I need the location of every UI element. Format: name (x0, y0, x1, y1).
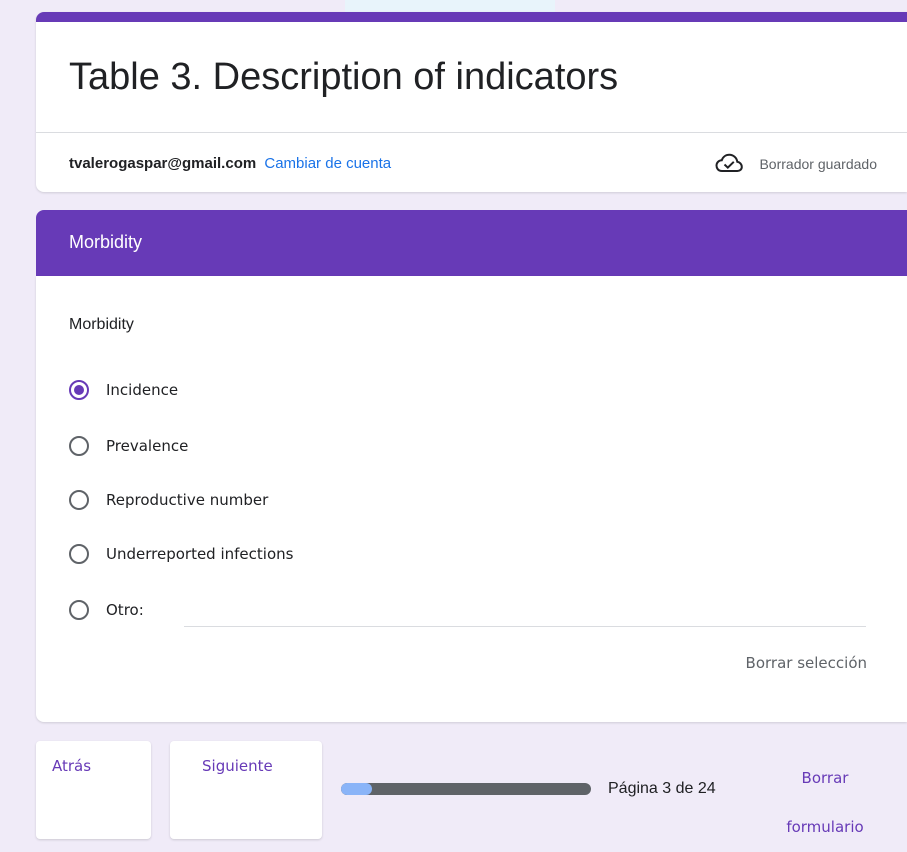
other-text-input[interactable] (184, 626, 866, 627)
top-strip (345, 0, 555, 12)
draft-status-label: Borrador guardado (759, 156, 877, 172)
question-title: Morbidity (69, 316, 134, 333)
account-row: tvalerogaspar@gmail.com Cambiar de cuent… (69, 155, 391, 172)
back-button[interactable]: Atrás (36, 741, 151, 839)
form-header-card: Table 3. Description of indicators tvale… (36, 12, 907, 192)
option-reproductive-number[interactable]: Reproductive number (69, 490, 268, 510)
option-label: Underreported infections (106, 545, 294, 563)
radio-button-selected[interactable] (69, 380, 89, 400)
question-card: Morbidity Incidence Prevalence Reproduct… (36, 276, 907, 722)
option-prevalence[interactable]: Prevalence (69, 436, 188, 456)
option-underreported-infections[interactable]: Underreported infections (69, 544, 293, 564)
header-divider (36, 132, 907, 133)
radio-button[interactable] (69, 436, 89, 456)
clear-form-button[interactable]: Borrar formulario (770, 754, 880, 852)
radio-button[interactable] (69, 544, 89, 564)
progress-bar-fill (341, 783, 373, 795)
clear-form-label-line2: formulario (786, 818, 864, 836)
draft-status: Borrador guardado (715, 153, 877, 175)
progress-bar (341, 783, 591, 795)
radio-button[interactable] (69, 600, 89, 620)
option-label: Incidence (106, 381, 179, 399)
radio-button[interactable] (69, 490, 89, 510)
clear-form-label-line1: Borrar (801, 769, 849, 787)
page-indicator: Página 3 de 24 (608, 780, 716, 797)
option-label: Prevalence (106, 437, 189, 455)
form-title: Table 3. Description of indicators (69, 56, 619, 98)
option-incidence[interactable]: Incidence (69, 380, 178, 400)
switch-account-link[interactable]: Cambiar de cuenta (264, 155, 391, 172)
option-label: Reproductive number (106, 491, 269, 509)
section-title: Morbidity (69, 232, 143, 252)
option-other[interactable]: Otro: (69, 600, 144, 620)
next-button[interactable]: Siguiente (170, 741, 322, 839)
clear-selection-button[interactable]: Borrar selección (746, 654, 867, 672)
option-label: Otro: (106, 601, 144, 619)
account-email: tvalerogaspar@gmail.com (69, 155, 257, 172)
cloud-check-icon (715, 153, 744, 175)
section-header: Morbidity (36, 210, 907, 276)
